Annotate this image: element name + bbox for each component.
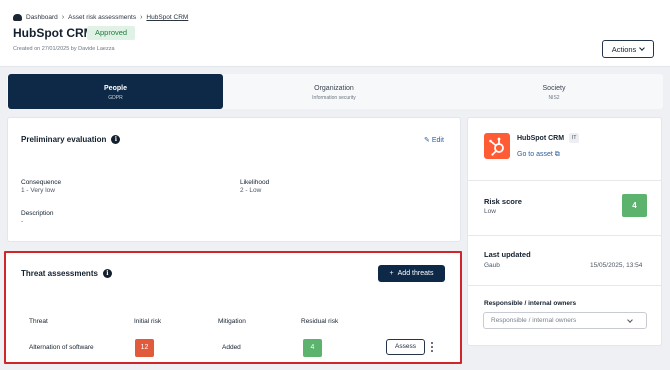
risk-score-label: Risk score	[484, 197, 522, 206]
add-threats-label: Add threats	[397, 270, 434, 277]
go-to-asset-link[interactable]: Go to asset ⧉	[517, 151, 560, 159]
go-to-asset-label: Go to asset	[517, 151, 553, 158]
last-updated-label: Last updated	[484, 250, 531, 259]
tab-sublabel: Information security	[312, 95, 356, 101]
tab-label: Society	[542, 85, 566, 92]
hubspot-logo-icon	[484, 133, 510, 159]
dashboard-icon	[13, 14, 22, 21]
created-info: Created on 27/01/2025 by Davide Laezza	[13, 46, 115, 52]
tab-sublabel: NIS2	[548, 95, 560, 101]
tab-label: Organization	[314, 85, 354, 92]
breadcrumb: Dashboard › Asset risk assessments › Hub…	[13, 14, 188, 21]
tab-bar: People GDPR Organization Information sec…	[7, 74, 663, 109]
divider	[467, 285, 662, 286]
assess-button[interactable]: Assess	[386, 339, 425, 355]
breadcrumb-asset-risk-assessments[interactable]: Asset risk assessments	[68, 14, 136, 21]
mitigation-value: Added	[222, 344, 241, 351]
asset-type-badge: IT	[569, 133, 580, 143]
threat-header: Threat assessments i	[21, 269, 112, 278]
chevron-right-icon: ›	[140, 14, 143, 21]
section-title: Preliminary evaluation	[21, 135, 107, 144]
tab-people[interactable]: People GDPR	[8, 74, 223, 109]
pencil-icon: ✎	[424, 137, 430, 144]
actions-label: Actions	[611, 44, 637, 54]
divider	[467, 235, 662, 236]
external-link-icon: ⧉	[554, 151, 560, 158]
chevron-down-icon	[639, 45, 646, 51]
column-header-threat: Threat	[29, 318, 48, 325]
chevron-down-icon	[627, 317, 633, 323]
column-header-mitigation: Mitigation	[218, 318, 246, 325]
risk-score-level: Low	[484, 208, 496, 215]
threat-name[interactable]: Alternation of software	[29, 344, 94, 351]
owners-label: Responsible / internal owners	[484, 300, 577, 307]
last-updated-date: 15/05/2025, 13:54	[590, 262, 643, 269]
actions-button[interactable]: Actions	[602, 40, 654, 58]
owners-placeholder: Responsible / internal owners	[491, 317, 577, 324]
plus-icon: +	[389, 270, 394, 277]
column-header-initial-risk: Initial risk	[134, 318, 162, 325]
consequence-label: Consequence	[21, 179, 62, 186]
description-label: Description	[21, 210, 54, 217]
breadcrumb-current[interactable]: HubSpot CRM	[146, 14, 188, 21]
info-icon[interactable]: i	[111, 135, 121, 144]
page-title: HubSpot CRM	[13, 26, 94, 40]
tab-label: People	[104, 85, 127, 92]
likelihood-label: Likelihood	[240, 179, 270, 186]
column-header-residual-risk: Residual risk	[301, 318, 339, 325]
info-icon[interactable]: i	[102, 269, 112, 278]
tab-sublabel: GDPR	[108, 95, 123, 101]
description-value: -	[21, 218, 24, 225]
initial-risk-badge: 12	[135, 339, 154, 357]
preliminary-header: Preliminary evaluation i	[21, 135, 121, 144]
breadcrumb-dashboard[interactable]: Dashboard	[26, 14, 58, 21]
consequence-value: 1 - Very low	[21, 187, 55, 194]
last-updated-by: Gaub	[484, 262, 500, 269]
add-threats-button[interactable]: + Add threats	[378, 265, 445, 282]
tab-society[interactable]: Society NIS2	[445, 74, 663, 109]
tab-organization[interactable]: Organization Information security	[225, 74, 443, 109]
residual-risk-badge: 4	[303, 339, 322, 357]
edit-button[interactable]: ✎ Edit	[424, 136, 444, 144]
asset-name: HubSpot CRM	[517, 135, 565, 142]
status-badge: Approved	[87, 26, 136, 40]
owners-select[interactable]: Responsible / internal owners	[483, 312, 647, 329]
divider	[467, 180, 662, 181]
section-title: Threat assessments	[21, 269, 98, 278]
chevron-right-icon: ›	[61, 14, 65, 21]
edit-label: Edit	[431, 137, 444, 144]
risk-score-badge: 4	[622, 194, 647, 217]
more-options-icon[interactable]	[429, 341, 435, 353]
likelihood-value: 2 - Low	[240, 187, 262, 194]
